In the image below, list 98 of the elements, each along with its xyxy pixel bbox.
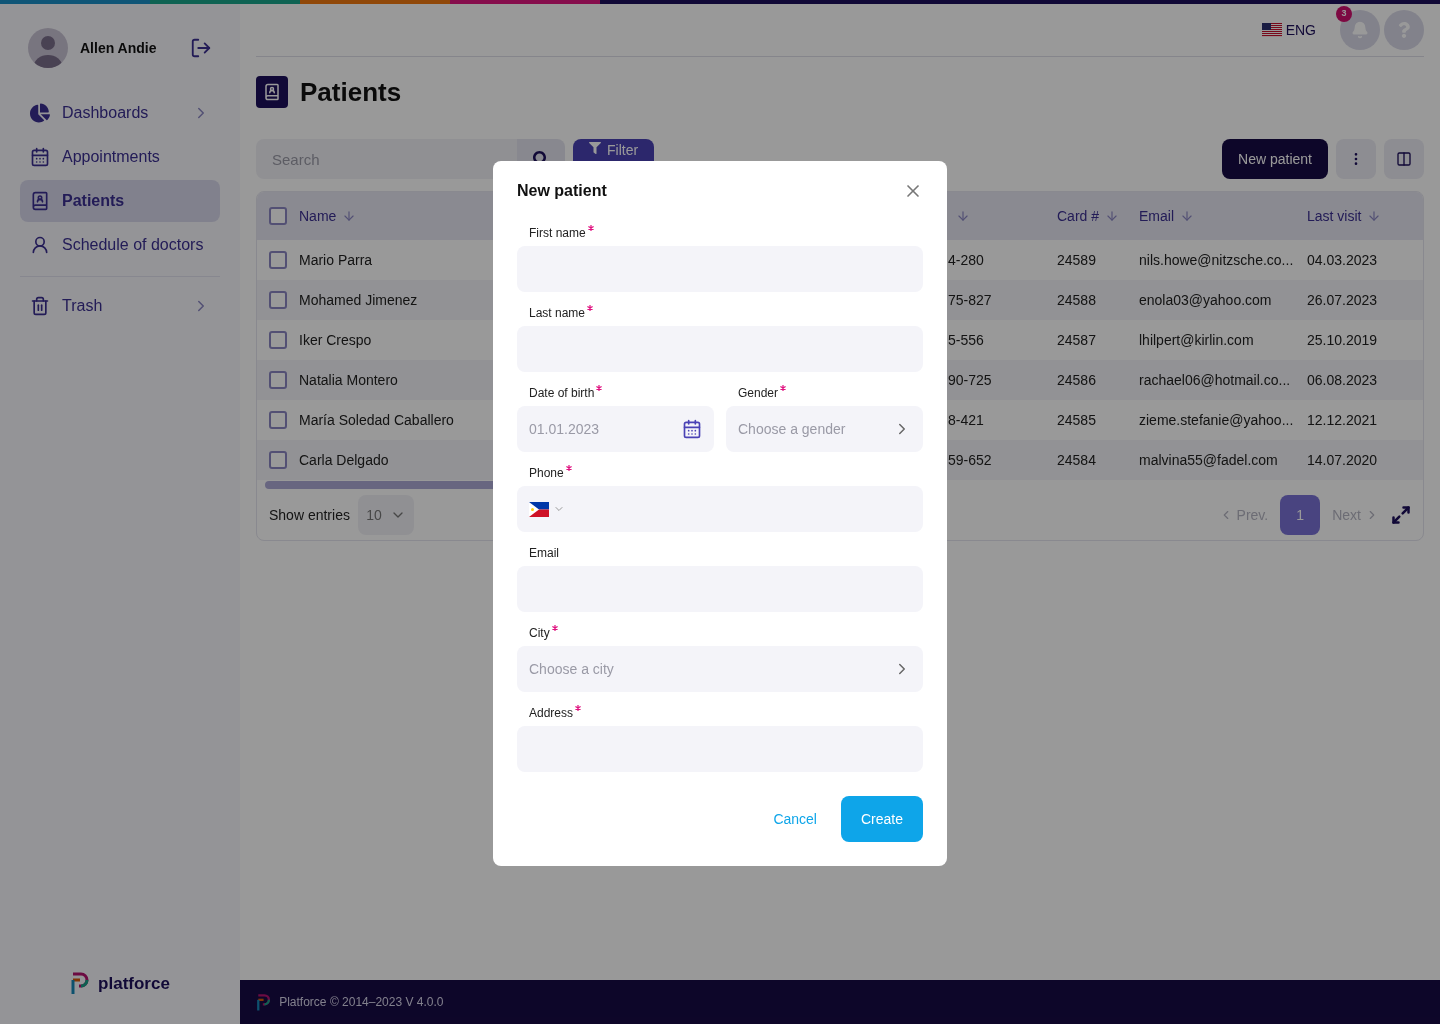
field-label: First name [529,224,594,242]
contact-book-icon [30,191,50,211]
avatar [28,28,68,68]
asterisk-icon [575,705,582,711]
table-cell-text: 90-725 [948,371,993,390]
page-button[interactable]: 1 [1280,495,1321,535]
select-field[interactable]: Choose a gender [726,406,923,452]
new-patient-button[interactable]: New patient [1222,139,1328,179]
asterisk-icon [596,385,603,391]
page-icon [256,76,288,108]
field-label: Email [529,545,559,562]
us-flag-icon [1261,23,1282,37]
select-field[interactable]: Choose a city [517,646,923,692]
field-label: Last name [529,304,594,322]
table-cell-text: 12.12.2021 [1307,411,1379,430]
filter-icon [589,142,601,154]
table-cell-text: 06.08.2023 [1307,371,1379,390]
table-cell-text: 26.07.2023 [1307,291,1379,310]
logo-icon [70,970,91,996]
column-header[interactable]: Last visit [1307,206,1423,226]
field-label: Phone [529,464,572,482]
table-cell-text: Mohamed Jimenez [299,291,418,310]
table-cell-text: 75-827 [948,291,993,310]
phone-field[interactable] [517,486,923,532]
checkbox[interactable] [269,371,287,389]
checkbox[interactable] [269,207,287,225]
columns-icon [1396,151,1412,167]
logout-icon[interactable] [190,37,212,59]
asterisk-icon [551,625,558,631]
checkbox[interactable] [269,291,287,309]
table-cell-text: 24585 [1057,411,1097,430]
column-header[interactable]: Card # [1057,206,1139,226]
nav-item[interactable]: Schedule of doctors [20,224,220,266]
field-label: Gender [738,384,787,402]
asterisk-icon [780,385,787,391]
table-cell-text: 24586 [1057,371,1097,390]
brand-name: platforce [98,972,170,995]
cancel-button[interactable]: Cancel [765,796,825,842]
table-cell-text: zieme.stefanie@yahoo... [1139,411,1295,430]
expand-icon[interactable] [1391,505,1411,525]
calendar-icon [682,419,702,439]
asterisk-icon [587,305,594,311]
table-cell-text: 24588 [1057,291,1097,310]
calendar-icon [30,147,50,167]
column-header[interactable]: Email [1139,206,1307,226]
philippines-flag-icon [529,501,549,517]
table-cell-text: Mario Parra [299,251,373,270]
table-cell-text: 04.03.2023 [1307,251,1379,270]
logo-icon [256,992,272,1012]
show-entries-label: Show entries [269,506,350,525]
column-header[interactable]: Name [299,206,357,226]
table-cell-text: 24587 [1057,331,1097,350]
table-cell-text: nils.howe@nitzsche.co... [1139,251,1295,270]
table-cell-text: Iker Crespo [299,331,372,350]
notification-count: 3 [1336,6,1352,22]
table-cell-text: enola03@yahoo.com [1139,291,1273,310]
create-button[interactable]: Create [840,796,923,842]
table-cell-text: 5-556 [948,331,985,350]
table-cell-text: 59-652 [948,451,993,470]
table-cell-text: 14.07.2020 [1307,451,1379,470]
bell-icon [1351,21,1369,39]
language-selector[interactable]: ENG [1261,20,1316,40]
table-cell-text: Carla Delgado [299,451,389,470]
field-label: Date of birth [529,384,603,402]
columns-button[interactable] [1384,139,1424,179]
nav-item[interactable]: Patients [20,180,220,222]
footer-text: Platforce © 2014–2023 V 4.0.0 [279,994,444,1011]
dialog-title: New patient [517,181,607,201]
table-cell-text: 24584 [1057,451,1097,470]
table-cell-text: 4-280 [948,251,985,270]
nav-item[interactable]: Appointments [20,136,220,178]
checkbox[interactable] [269,411,287,429]
table-cell-text: malvina55@fadel.com [1139,451,1279,470]
sort-icon[interactable] [1180,209,1194,223]
trash-icon [30,295,50,317]
page-title: Patients [300,75,402,109]
nav-item[interactable]: Trash [20,285,220,327]
field-label: Address [529,704,582,722]
pie-chart-icon [30,103,50,123]
date-field[interactable]: 01.01.2023 [517,406,714,452]
person-icon [30,235,50,255]
nav-item[interactable]: Dashboards [20,92,220,134]
sort-icon[interactable] [956,209,970,223]
field-label: City [529,624,558,642]
table-cell-text: rachael06@hotmail.co... [1139,371,1292,390]
checkbox[interactable] [269,331,287,349]
checkbox[interactable] [269,251,287,269]
table-cell-text: María Soledad Caballero [299,411,454,430]
entries-select[interactable]: 10 [357,495,414,535]
user-name: Allen Andie [80,39,158,58]
table-cell-text: 8-421 [948,411,985,430]
asterisk-icon [565,465,572,471]
table-cell-text: Natalia Montero [299,371,398,390]
table-cell-text: 24589 [1057,251,1097,270]
checkbox[interactable] [269,451,287,469]
asterisk-icon [587,225,594,231]
table-cell-text: 25.10.2019 [1307,331,1379,350]
table-cell-text: lhilpert@kirlin.com [1139,331,1255,350]
